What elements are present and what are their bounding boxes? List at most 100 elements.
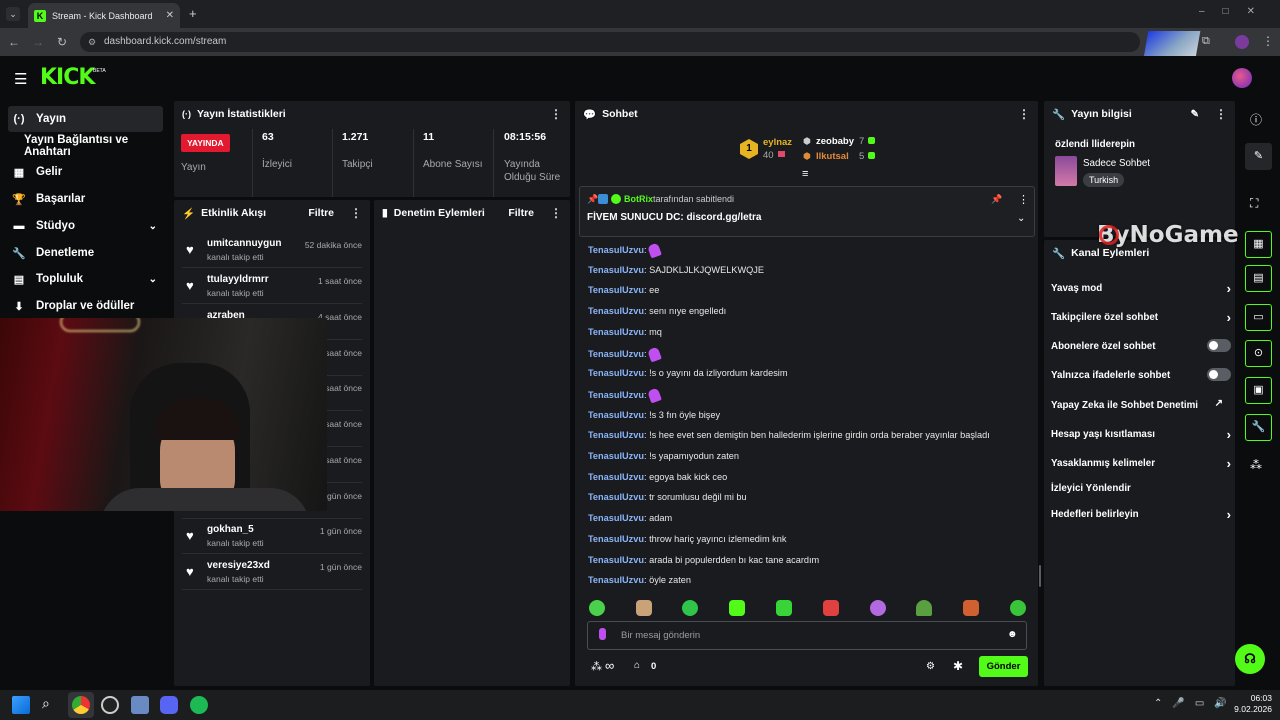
spotify-icon[interactable] [190, 696, 208, 714]
window-controls[interactable]: –□✕ [1199, 6, 1273, 17]
taskbar-clock[interactable]: 06:03 9.02.2026 [1232, 693, 1272, 715]
channel-action-item[interactable]: Yapay Zeka ile Sohbet Denetimi ↗ [1051, 398, 1231, 411]
pinned-menu-icon[interactable]: ⋮ [1018, 193, 1029, 206]
chat-username[interactable]: TenasulUzvu [588, 555, 644, 565]
windows-start-icon[interactable] [12, 696, 30, 714]
stream-info-menu-icon[interactable]: ⋮ [1215, 107, 1227, 121]
profile-avatar[interactable] [1235, 35, 1249, 49]
chat-username[interactable]: TenasulUzvu [588, 327, 644, 337]
chat-username[interactable]: TenasulUzvu [588, 430, 644, 440]
emoji-picker-icon[interactable]: ☻ [1007, 629, 1018, 640]
browser-tab[interactable]: K Stream - Kick Dashboard ✕ [28, 3, 180, 28]
channel-action-item[interactable]: Yasaklanmış kelimeler › [1051, 456, 1231, 471]
stats-menu-icon[interactable]: ⋮ [550, 107, 562, 121]
activity-menu-icon[interactable]: ⋮ [350, 206, 362, 220]
emote-2-icon[interactable] [636, 600, 652, 616]
channel-action-item[interactable]: Hesap yaşı kısıtlaması › [1051, 427, 1231, 442]
url-input[interactable]: dashboard.kick.com/stream [80, 32, 1140, 52]
event-username[interactable]: ttulayyldrmrr [207, 274, 269, 285]
event-username[interactable]: gokhan_5 [207, 524, 254, 535]
leader-second-name[interactable]: zeobaby [816, 136, 854, 147]
emote-4-icon[interactable] [729, 600, 745, 616]
chat-scrollbar[interactable] [1039, 565, 1041, 587]
chat-username[interactable]: TenasulUzvu [588, 368, 644, 378]
leader-third-name[interactable]: Ilkutsal [816, 151, 849, 162]
user-avatar[interactable] [1232, 68, 1252, 88]
rail-wrench-icon[interactable]: 🔧 [1245, 414, 1272, 441]
discord-icon[interactable] [160, 696, 178, 714]
chat-username[interactable]: TenasulUzvu [588, 390, 644, 400]
sidebar-item-6[interactable]: 🔧 Denetleme [8, 240, 163, 266]
rail-panel-icon[interactable]: ▦ [1245, 231, 1272, 258]
tab-search-button[interactable]: ⌄ [6, 7, 20, 21]
emote-7-icon[interactable] [870, 600, 886, 616]
chrome-icon[interactable] [72, 696, 90, 714]
send-button[interactable]: Gönder [979, 656, 1028, 677]
category-name[interactable]: Sadece Sohbet [1083, 158, 1150, 169]
chat-username[interactable]: TenasulUzvu [588, 245, 644, 255]
chat-username[interactable]: TenasulUzvu [588, 513, 644, 523]
store-icon[interactable]: ⌂ [634, 660, 640, 671]
forward-icon[interactable]: → [30, 34, 46, 50]
channel-action-item[interactable]: Yavaş mod › [1051, 281, 1231, 296]
chat-username[interactable]: TenasulUzvu [588, 472, 644, 482]
event-username[interactable]: veresiye23xd [207, 560, 270, 571]
info-icon[interactable]: ⓘ [1250, 111, 1262, 128]
chat-username[interactable]: TenasulUzvu [588, 534, 644, 544]
extensions-icon[interactable]: ⧉ [1202, 35, 1210, 48]
rail-moderation-icon[interactable]: ▣ [1245, 377, 1272, 404]
channel-action-item[interactable]: Hedefleri belirleyin › [1051, 507, 1231, 522]
emote-picker-icon[interactable]: ✱ [953, 659, 963, 673]
activity-filter-button[interactable]: Filtre [308, 207, 334, 219]
emote-1-icon[interactable] [589, 600, 605, 616]
leader-first-name[interactable]: eylnaz [763, 137, 792, 148]
chat-username[interactable]: TenasulUzvu [588, 306, 644, 316]
fullscreen-icon[interactable]: ⛶ [1250, 196, 1258, 211]
emote-10-icon[interactable] [1010, 600, 1026, 616]
chat-username[interactable]: TenasulUzvu [588, 492, 644, 502]
chat-menu-icon[interactable]: ⋮ [1018, 107, 1030, 121]
emote-5-icon[interactable] [776, 600, 792, 616]
reload-icon[interactable]: ↻ [54, 34, 70, 50]
rail-rewards-icon[interactable]: ⁂ [1250, 458, 1262, 472]
sidebar-item-4[interactable]: 🏆 Başarılar [8, 186, 163, 212]
edit-layout-icon[interactable]: ✎ [1245, 143, 1272, 170]
emote-6-icon[interactable] [823, 600, 839, 616]
hamburger-menu-icon[interactable]: ☰ [14, 70, 27, 88]
app-icon[interactable] [131, 696, 149, 714]
channel-action-item[interactable]: Takipçilere özel sohbet › [1051, 310, 1231, 325]
moderation-menu-icon[interactable]: ⋮ [550, 206, 562, 220]
rail-broadcast-icon[interactable]: ⊙ [1245, 340, 1272, 367]
chat-settings-icon[interactable]: ⚙ [926, 661, 935, 672]
back-icon[interactable]: ← [6, 34, 22, 50]
microphone-icon[interactable] [599, 628, 606, 640]
emote-3-icon[interactable] [682, 600, 698, 616]
sidebar-item-7[interactable]: ▤ Topluluk ⌄ [8, 266, 163, 292]
channel-action-item[interactable]: İzleyici Yönlendir [1051, 483, 1231, 494]
tab-close-icon[interactable]: ✕ [166, 10, 174, 21]
leaderboard-toggle-icon[interactable]: ≡ [802, 168, 808, 180]
sidebar-item-1[interactable]: (·) Yayın [8, 106, 163, 132]
expand-chevron-icon[interactable]: ⌄ [1017, 213, 1025, 224]
chat-username[interactable]: TenasulUzvu [588, 285, 644, 295]
chat-username[interactable]: TenasulUzvu [588, 451, 644, 461]
obs-icon[interactable] [101, 696, 119, 714]
browser-menu-icon[interactable]: ⋮ [1262, 34, 1274, 48]
edit-icon[interactable]: ✎ [1191, 109, 1199, 120]
search-icon[interactable]: ⌕ [42, 695, 50, 712]
support-headset-icon[interactable]: ☊ [1235, 644, 1265, 674]
sidebar-item-2[interactable]: Yayın Bağlantısı ve Anahtarı [20, 133, 175, 159]
unpin-icon[interactable]: 📌 [991, 194, 1002, 205]
emote-9-icon[interactable] [963, 600, 979, 616]
chat-username[interactable]: TenasulUzvu [588, 575, 644, 585]
chat-username[interactable]: TenasulUzvu [588, 348, 644, 358]
kick-logo[interactable]: KICK [40, 65, 95, 90]
new-tab-button[interactable]: + [189, 6, 197, 21]
sidebar-item-3[interactable]: ▦ Gelir [8, 159, 163, 185]
site-info-icon[interactable]: ⚙ [88, 37, 96, 48]
tray-icons[interactable]: ⌃🎤▭🔊 [1154, 698, 1237, 709]
moderation-filter-button[interactable]: Filtre [508, 207, 534, 219]
sidebar-item-5[interactable]: ▬ Stüdyo ⌄ [8, 213, 163, 239]
event-username[interactable]: umitcannuygun [207, 238, 281, 249]
chat-username[interactable]: TenasulUzvu [588, 410, 644, 420]
